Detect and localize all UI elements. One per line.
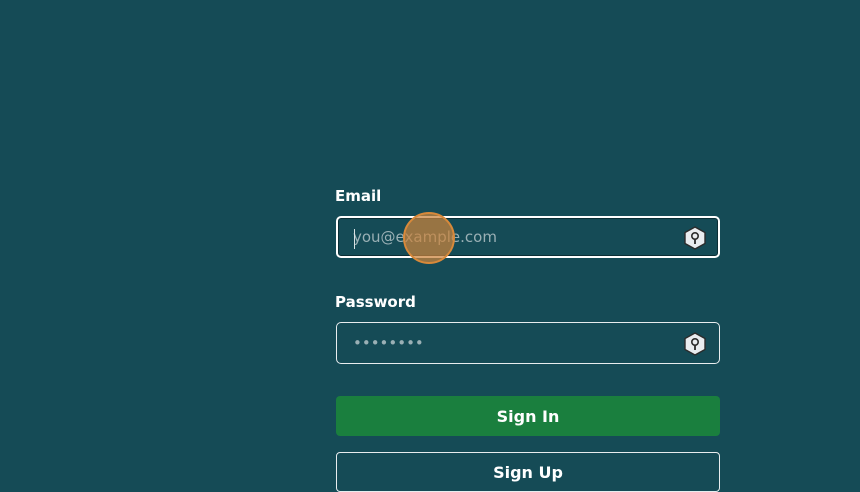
password-label: Password [335, 293, 416, 311]
sign-up-button[interactable]: Sign Up [336, 452, 720, 492]
sign-in-button[interactable]: Sign In [336, 396, 720, 436]
text-cursor [354, 229, 355, 249]
key-icon[interactable] [684, 332, 706, 356]
password-field-container[interactable] [336, 322, 720, 364]
email-field-container[interactable] [336, 216, 720, 258]
email-label: Email [335, 187, 382, 205]
password-field[interactable] [353, 323, 673, 363]
sign-in-form: Email Password Sign In Sign Up [335, 186, 720, 492]
key-icon[interactable] [684, 226, 706, 250]
email-field[interactable] [353, 218, 673, 256]
